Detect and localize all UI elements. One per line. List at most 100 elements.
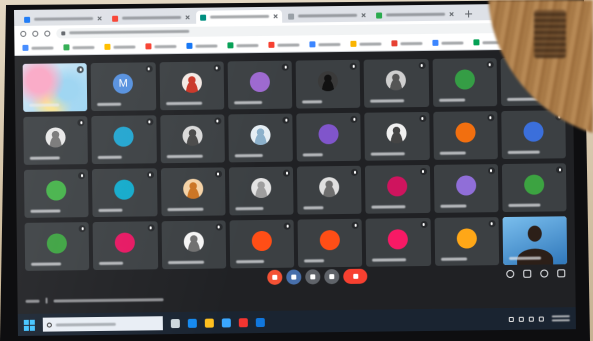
participant-tile[interactable] [24,222,90,271]
present-button[interactable] [324,269,340,285]
participant-name [371,205,406,209]
tab-close-icon[interactable] [97,16,102,21]
tab-close-icon[interactable] [361,13,366,18]
chevron-up-icon[interactable] [508,316,514,322]
bookmark-favicon-icon [309,41,316,48]
participant-name [166,154,203,159]
participant-name [166,207,203,212]
participant-tile[interactable] [363,58,429,108]
clock-time [551,315,570,318]
participant-tile[interactable] [228,113,293,163]
participant-tile[interactable] [229,219,295,269]
participant-tile[interactable] [434,217,499,266]
avatar-photo [386,123,408,144]
captions-button[interactable] [305,269,321,285]
participant-tile[interactable] [502,216,568,266]
avatar [249,71,270,93]
file-explorer-icon[interactable] [204,318,214,328]
avatar [387,176,408,197]
activities-icon[interactable] [557,269,566,278]
start-button[interactable] [23,319,35,331]
reload-icon[interactable] [44,30,51,37]
participant-tile[interactable] [91,115,157,165]
participant-tile[interactable] [228,166,294,216]
tab-close-icon[interactable] [273,14,278,19]
participant-tile[interactable] [161,220,226,270]
participant-tile[interactable] [159,114,225,164]
edge-icon[interactable] [187,318,197,328]
bookmark-item[interactable] [227,42,259,49]
avatar [318,124,339,145]
bookmark-item[interactable] [391,40,423,47]
participant-tile[interactable] [23,169,89,218]
people-icon[interactable] [523,269,532,278]
mic-off-icon [214,170,222,178]
participant-tile[interactable] [159,61,224,111]
participant-tile[interactable] [297,218,363,268]
participant-tile[interactable] [22,63,88,112]
participant-name [302,153,323,157]
tab-close-icon[interactable] [185,15,190,20]
back-icon[interactable] [20,30,27,37]
browser-tab[interactable] [20,12,106,26]
mic-off-icon [419,167,427,176]
address-url [69,29,190,35]
participant-tile[interactable] [92,221,158,271]
participant-tile[interactable] [365,217,431,267]
bookmark-item[interactable] [350,40,382,47]
participant-tile[interactable] [23,116,89,165]
participant-tile[interactable] [433,164,499,213]
bookmark-item[interactable] [268,41,300,48]
participant-tile[interactable] [501,163,567,213]
participant-tile[interactable]: M [90,62,156,112]
task-view-icon[interactable] [170,318,180,328]
store-icon[interactable] [221,317,231,327]
new-tab-button[interactable] [464,9,473,18]
meeting-side-controls [506,269,566,279]
bookmark-item[interactable] [63,44,95,51]
participant-tile[interactable] [92,168,158,218]
participant-tile[interactable] [295,59,361,109]
favicon-icon [200,14,207,21]
camera-button[interactable] [286,269,302,285]
participant-tile[interactable] [365,164,431,214]
clock[interactable] [551,315,570,322]
bookmark-item[interactable] [104,43,136,50]
bookmark-item[interactable] [145,43,177,50]
chat-icon[interactable] [540,269,549,278]
mic-off-button[interactable] [267,269,283,285]
participant-tile[interactable] [296,165,362,215]
browser-tab[interactable] [196,9,283,24]
volume-icon[interactable] [528,316,534,322]
bookmark-item[interactable] [309,41,341,48]
forward-icon[interactable] [32,30,39,37]
end-call-button[interactable] [343,268,368,284]
bookmark-item[interactable] [186,42,218,49]
participant-name [31,262,62,266]
bookmark-item[interactable] [22,44,54,51]
network-icon[interactable] [518,316,524,322]
wooden-object [486,0,593,135]
bookmark-item[interactable] [432,39,464,46]
mic-off-icon [78,172,86,180]
taskbar-search-box[interactable] [42,316,163,332]
browser-tab[interactable] [108,11,194,25]
meeting-details [25,296,164,304]
participant-name [439,204,466,208]
participant-tile[interactable] [160,167,226,217]
battery-icon[interactable] [538,316,544,322]
mail-icon[interactable] [255,317,265,327]
mic-off-icon [272,274,278,280]
info-icon[interactable] [506,269,515,279]
mic-off-icon [555,166,564,174]
participant-name [167,260,204,265]
participant-tile[interactable] [364,111,430,161]
tab-close-icon[interactable] [449,12,454,17]
bookmark-favicon-icon [145,43,152,50]
participant-tile[interactable] [296,112,362,162]
participant-tile[interactable] [227,60,293,110]
participant-name [304,259,325,263]
browser-tab[interactable] [372,8,458,22]
chrome-icon[interactable] [238,317,248,327]
browser-tab[interactable] [284,9,370,23]
